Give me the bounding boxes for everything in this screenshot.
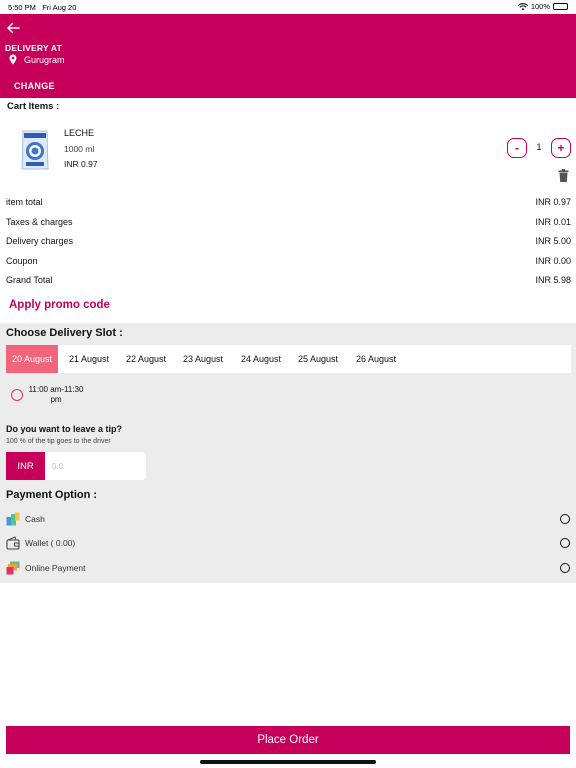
decrease-quantity-button[interactable]: - — [507, 138, 527, 158]
cash-icon — [6, 512, 20, 526]
product-price: INR 0.97 — [64, 159, 98, 169]
tip-title: Do you want to leave a tip? — [6, 424, 123, 434]
location-name: Gurugram — [24, 54, 65, 65]
summary-label: Coupon — [6, 256, 38, 266]
delete-trash-icon[interactable] — [558, 169, 569, 182]
wifi-icon — [517, 2, 528, 10]
payment-option-online[interactable]: Online Payment — [6, 560, 570, 576]
date-option[interactable]: 26 August — [348, 345, 404, 373]
wallet-icon — [6, 536, 20, 550]
payment-option-title: Payment Option : — [6, 489, 98, 501]
delivery-header: DELIVERY AT Gurugram CHANGE — [0, 14, 576, 98]
summary-label: item total — [6, 197, 43, 207]
summary-label: Grand Total — [6, 275, 53, 285]
location-row: Gurugram — [9, 54, 65, 65]
summary-value: INR 5.00 — [535, 236, 571, 246]
location-pin-icon — [9, 54, 17, 65]
battery-icon — [553, 3, 568, 10]
date-option-selected[interactable]: 20 August — [6, 345, 58, 373]
time-slot-radio[interactable] — [11, 389, 23, 401]
summary-value: INR 0.00 — [535, 256, 571, 266]
delivery-slot-title: Choose Delivery Slot : — [6, 327, 123, 339]
quantity-value: 1 — [536, 142, 542, 152]
product-size: 1000 ml — [64, 144, 95, 154]
summary-value: INR 0.97 — [535, 197, 571, 207]
date-option[interactable]: 25 August — [291, 345, 345, 373]
place-order-button[interactable]: Place Order — [6, 726, 570, 754]
tip-currency-label: INR — [6, 452, 45, 480]
summary-row-taxes: Taxes & charges INR 0.01 — [6, 217, 571, 227]
date-option[interactable]: 24 August — [234, 345, 288, 373]
payment-radio[interactable] — [560, 563, 570, 573]
online-payment-icon — [6, 561, 20, 575]
summary-row-grand-total: Grand Total INR 5.98 — [6, 275, 571, 285]
battery-percent: 100% — [530, 2, 550, 11]
payment-radio[interactable] — [560, 514, 570, 524]
summary-value: INR 5.98 — [535, 275, 571, 285]
tip-subtitle: 100 % of the tip goes to the driver — [6, 438, 111, 445]
payment-label: Wallet ( 0.00) — [25, 538, 76, 548]
payment-label: Online Payment — [25, 563, 86, 573]
apply-promo-code-link[interactable]: Apply promo code — [9, 299, 110, 311]
payment-label: Cash — [25, 514, 45, 524]
payment-radio[interactable] — [560, 538, 570, 548]
payment-option-cash[interactable]: Cash — [6, 511, 570, 527]
summary-label: Taxes & charges — [6, 217, 73, 227]
delivery-at-label: DELIVERY AT — [5, 43, 62, 53]
summary-row-delivery: Delivery charges INR 5.00 — [6, 236, 571, 246]
summary-row-item-total: item total INR 0.97 — [6, 197, 571, 207]
date-option[interactable]: 22 August — [119, 345, 173, 373]
tip-amount-input[interactable] — [45, 452, 146, 480]
increase-quantity-button[interactable]: + — [551, 138, 571, 158]
summary-label: Delivery charges — [6, 236, 74, 246]
status-right: 100% — [517, 2, 568, 11]
status-time: 5:50 PM Fri Aug 20 — [8, 3, 77, 12]
cart-items-label: Cart Items : — [7, 101, 60, 112]
status-bar: 5:50 PM Fri Aug 20 100% — [0, 0, 576, 14]
milk-packet-image — [21, 130, 49, 170]
date-selector: 20 August 21 August 22 August 23 August … — [6, 345, 571, 373]
summary-row-coupon: Coupon INR 0.00 — [6, 256, 571, 266]
change-location-button[interactable]: CHANGE — [14, 81, 55, 91]
date-option[interactable]: 23 August — [176, 345, 230, 373]
date-option[interactable]: 21 August — [62, 345, 116, 373]
home-indicator — [200, 760, 376, 764]
summary-value: INR 0.01 — [535, 217, 571, 227]
back-arrow-icon[interactable] — [6, 21, 20, 35]
product-name: LECHE — [64, 128, 95, 138]
payment-option-wallet[interactable]: Wallet ( 0.00) — [6, 535, 570, 551]
time-slot-label: 11:00 am-11:30 pm — [28, 385, 84, 404]
